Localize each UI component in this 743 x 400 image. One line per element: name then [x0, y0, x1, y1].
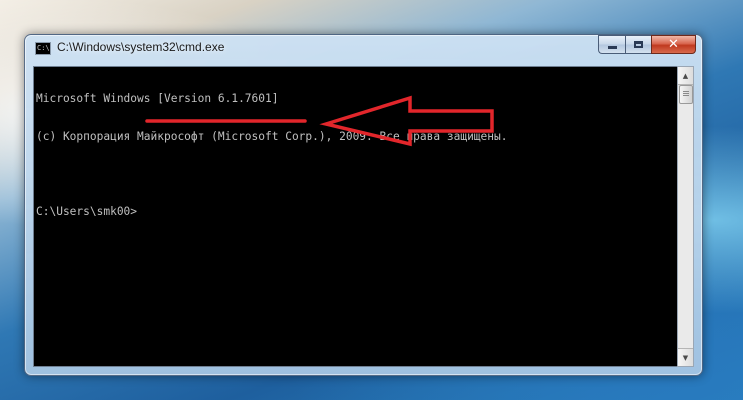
scroll-up-button[interactable]: ▲	[678, 67, 693, 85]
grip-line	[683, 95, 689, 96]
grip-line	[683, 93, 689, 94]
console-text: Microsoft Windows [Version 6.1.7601] (c)…	[36, 68, 678, 243]
minimize-button[interactable]	[598, 35, 625, 54]
title-bar[interactable]: C:\ C:\Windows\system32\cmd.exe ✕	[25, 35, 702, 61]
scroll-down-button[interactable]: ▼	[678, 348, 693, 366]
window-title: C:\Windows\system32\cmd.exe	[57, 40, 225, 54]
command-prompt[interactable]: C:\Users\smk00>	[36, 205, 678, 219]
close-icon: ✕	[668, 37, 679, 52]
close-button[interactable]: ✕	[651, 35, 696, 54]
console-output[interactable]: Microsoft Windows [Version 6.1.7601] (c)…	[33, 66, 681, 367]
cmd-window[interactable]: C:\ C:\Windows\system32\cmd.exe ✕ Micros…	[24, 34, 703, 376]
vertical-scrollbar[interactable]: ▲ ▼	[677, 66, 694, 367]
scroll-thumb[interactable]	[679, 85, 693, 104]
maximize-icon	[634, 41, 643, 48]
arrow-down-icon: ▼	[682, 353, 689, 362]
grip-line	[683, 91, 689, 92]
minimize-icon	[607, 46, 617, 49]
maximize-button[interactable]	[625, 35, 651, 54]
console-icon[interactable]: C:\	[35, 42, 51, 55]
console-line: Microsoft Windows [Version 6.1.7601]	[36, 92, 279, 105]
console-line: (c) Корпорация Майкрософт (Microsoft Cor…	[36, 129, 508, 143]
window-controls: ✕	[598, 35, 696, 55]
arrow-up-icon: ▲	[682, 71, 689, 80]
